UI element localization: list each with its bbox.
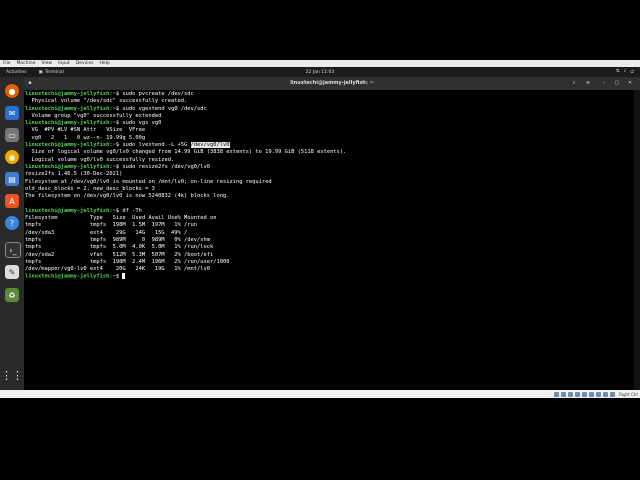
command-line: linuxtechi@jammy-jellyfish:~$ sudo lvext…: [25, 142, 634, 149]
output-line: Filesystem Type Size Used Avail Use% Mou…: [25, 215, 217, 222]
prompt-user-host: linuxtechi@jammy-jellyfish: [25, 120, 110, 127]
command-line: linuxtechi@jammy-jellyfish:~$ sudo resiz…: [25, 164, 634, 171]
recording-icon[interactable]: [603, 391, 609, 397]
output-line: Filesystem at /dev/vg0/lv0 is mounted on…: [25, 178, 272, 185]
prompt-user-host: linuxtechi@jammy-jellyfish: [25, 105, 110, 112]
menu-file[interactable]: File: [3, 61, 11, 66]
help-icon[interactable]: ?: [5, 216, 19, 230]
output-line: Size of logical volume vg0/lv0 changed f…: [25, 149, 347, 156]
menu-help[interactable]: Help: [99, 61, 109, 66]
output-line: /dev/sda2 vfat 512M 5.3M 507M 2% /boot/e…: [25, 251, 214, 258]
menu-input[interactable]: Input: [58, 61, 70, 66]
command-line: linuxtechi@jammy-jellyfish:~$: [25, 273, 634, 280]
writer-icon[interactable]: ▤: [5, 172, 19, 186]
clock[interactable]: 22 Jan 11:03: [306, 70, 335, 75]
terminal-small-icon: ▣: [38, 69, 43, 75]
prompt-user-host: linuxtechi@jammy-jellyfish: [25, 207, 110, 214]
usb-icon[interactable]: [582, 391, 588, 397]
rhythmbox-icon[interactable]: ◉: [5, 150, 19, 164]
command-text: sudo resize2fs /dev/vg0/lv0: [119, 163, 211, 170]
prompt-user-host: linuxtechi@jammy-jellyfish: [25, 91, 110, 97]
output-line: VG #PV #LV #SN Attr VSize VFree: [25, 127, 146, 134]
command-text: df -Th: [119, 207, 142, 214]
output-line: tmpfs tmpfs 198M 1.5M 197M 1% /run: [25, 222, 198, 229]
prompt-user-host: linuxtechi@jammy-jellyfish: [25, 142, 110, 149]
optical-drive-icon[interactable]: [561, 391, 567, 397]
vbox-menubar: File Machine View Input Devices Help: [0, 60, 640, 67]
display-icon[interactable]: [596, 391, 602, 397]
mouse-integration-icon[interactable]: [610, 391, 616, 397]
vbox-statusbar: Right Ctrl: [0, 390, 640, 398]
text-editor-icon[interactable]: ✎: [5, 265, 19, 279]
trash-icon[interactable]: ♻: [5, 288, 19, 302]
network-adapter-icon[interactable]: [575, 391, 581, 397]
hamburger-menu-icon[interactable]: ≡: [584, 80, 592, 87]
output-line: vg0 2 1 0 wz--n- 19.99g 5.00g: [25, 134, 146, 141]
output-line: /dev/mapper/vg0-lv0 ext4 20G 24K 19G 1% …: [25, 266, 210, 273]
output-line: old_desc_blocks = 2, new_desc_blocks = 3: [25, 185, 155, 192]
command-text: sudo lvextend -L +5G: [119, 142, 191, 149]
terminal-icon[interactable]: ›_: [5, 242, 21, 258]
search-icon[interactable]: ⌕: [570, 80, 578, 87]
command-text: sudo vgs vg0: [119, 120, 162, 127]
command-line: linuxtechi@jammy-jellyfish:~$ sudo pvcre…: [25, 91, 634, 98]
command-line: linuxtechi@jammy-jellyfish:~$ df -Th: [25, 208, 634, 215]
new-tab-icon[interactable]: ▪: [26, 80, 34, 87]
selected-text[interactable]: /dev/vg0/lv0: [190, 142, 230, 149]
power-icon: ⏻: [630, 70, 634, 75]
output-line: resize2fs 1.46.5 (30-Dec-2021): [25, 171, 123, 178]
menu-view[interactable]: View: [41, 61, 52, 66]
terminal-scrollbar[interactable]: [634, 90, 640, 390]
output-line: tmpfs tmpfs 198M 2.4M 196M 2% /run/user/…: [25, 258, 230, 265]
text-cursor: [122, 273, 126, 280]
output-line: The filesystem on /dev/vg0/lv0 is now 52…: [25, 193, 230, 200]
shared-folders-icon[interactable]: [589, 391, 595, 397]
activities-button[interactable]: Activities: [6, 70, 27, 75]
hdd-icon[interactable]: [554, 391, 560, 397]
app-menu-label: Terminal: [44, 69, 64, 75]
gnome-top-bar: Activities ▣ Terminal 22 Jan 11:03 ⇅ ♪ ⏻: [0, 67, 640, 77]
host-key-label: Right Ctrl: [619, 391, 638, 397]
close-icon[interactable]: ✕: [626, 80, 634, 87]
minimize-icon[interactable]: –: [600, 80, 608, 87]
command-line: linuxtechi@jammy-jellyfish:~$ sudo vgs v…: [25, 120, 634, 127]
prompt-user-host: linuxtechi@jammy-jellyfish: [25, 273, 110, 280]
menu-machine[interactable]: Machine: [17, 61, 36, 66]
terminal-output[interactable]: linuxtechi@jammy-jellyfish:~$ sudo pvcre…: [24, 90, 634, 390]
terminal-title: linuxtechi@jammy-jellyfish: ~: [290, 80, 374, 86]
command-text: sudo vgextend vg0 /dev/sdc: [119, 105, 207, 112]
command-text: sudo pvcreate /dev/sdc: [119, 91, 194, 97]
output-line: tmpfs tmpfs 5.0M 4.0K 5.0M 1% /run/lock: [25, 244, 214, 251]
audio-icon[interactable]: [568, 391, 574, 397]
prompt-user-host: linuxtechi@jammy-jellyfish: [25, 163, 110, 170]
system-tray[interactable]: ⇅ ♪ ⏻: [616, 69, 634, 75]
command-line: linuxtechi@jammy-jellyfish:~$ sudo vgext…: [25, 106, 634, 113]
software-icon[interactable]: A: [5, 194, 19, 208]
thunderbird-icon[interactable]: ✉: [5, 106, 19, 120]
output-line: /dev/sda3 ext4 29G 14G 15G 49% /: [25, 229, 188, 236]
output-line: Physical volume "/dev/sdc" successfully …: [25, 98, 188, 105]
volume-icon: ♪: [623, 69, 627, 74]
terminal-headerbar: ▪ linuxtechi@jammy-jellyfish: ~ ⌕ ≡ – ▢ …: [24, 77, 640, 90]
output-line: Logical volume vg0/lv0 successfully resi…: [25, 156, 175, 163]
firefox-icon[interactable]: ●: [5, 84, 19, 98]
output-line: tmpfs tmpfs 989M 0 989M 0% /dev/shm: [25, 236, 210, 243]
app-menu[interactable]: ▣ Terminal: [39, 70, 64, 75]
dock: ● ✉ ▭ ◉ ▤ A ? ›_ ✎ ♻ ⋮⋮: [0, 77, 24, 390]
app-grid-icon[interactable]: ⋮⋮: [1, 368, 23, 382]
network-icon: ⇅: [615, 69, 620, 74]
files-icon[interactable]: ▭: [5, 128, 19, 142]
maximize-icon[interactable]: ▢: [613, 80, 621, 87]
menu-devices[interactable]: Devices: [76, 61, 94, 66]
